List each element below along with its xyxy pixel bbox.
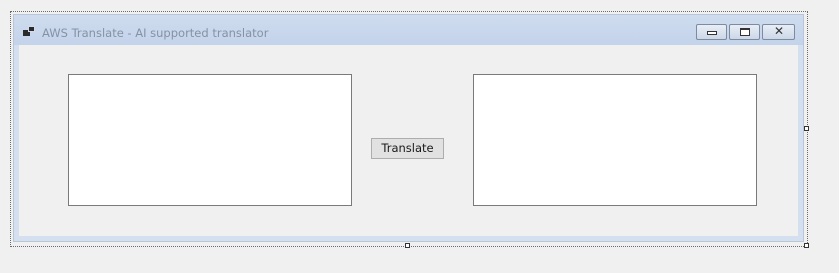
maximize-button[interactable] bbox=[729, 24, 760, 40]
title-bar[interactable]: AWS Translate - AI supported translator … bbox=[14, 15, 803, 45]
form-client-area: Translate bbox=[19, 45, 798, 236]
resize-handle-bottom[interactable] bbox=[405, 243, 410, 248]
maximize-icon bbox=[740, 28, 750, 36]
app-form-icon bbox=[23, 26, 36, 37]
window-title: AWS Translate - AI supported translator bbox=[42, 26, 269, 40]
close-button[interactable]: ✕ bbox=[762, 24, 795, 40]
form-window: AWS Translate - AI supported translator … bbox=[13, 14, 804, 242]
resize-handle-right[interactable] bbox=[804, 126, 809, 131]
translate-button[interactable]: Translate bbox=[371, 138, 444, 159]
source-textbox[interactable] bbox=[68, 74, 352, 206]
minimize-icon bbox=[707, 31, 717, 35]
minimize-button[interactable] bbox=[696, 24, 727, 40]
target-textbox[interactable] bbox=[473, 74, 757, 206]
resize-handle-bottom-right[interactable] bbox=[804, 243, 809, 248]
close-icon: ✕ bbox=[773, 24, 785, 38]
